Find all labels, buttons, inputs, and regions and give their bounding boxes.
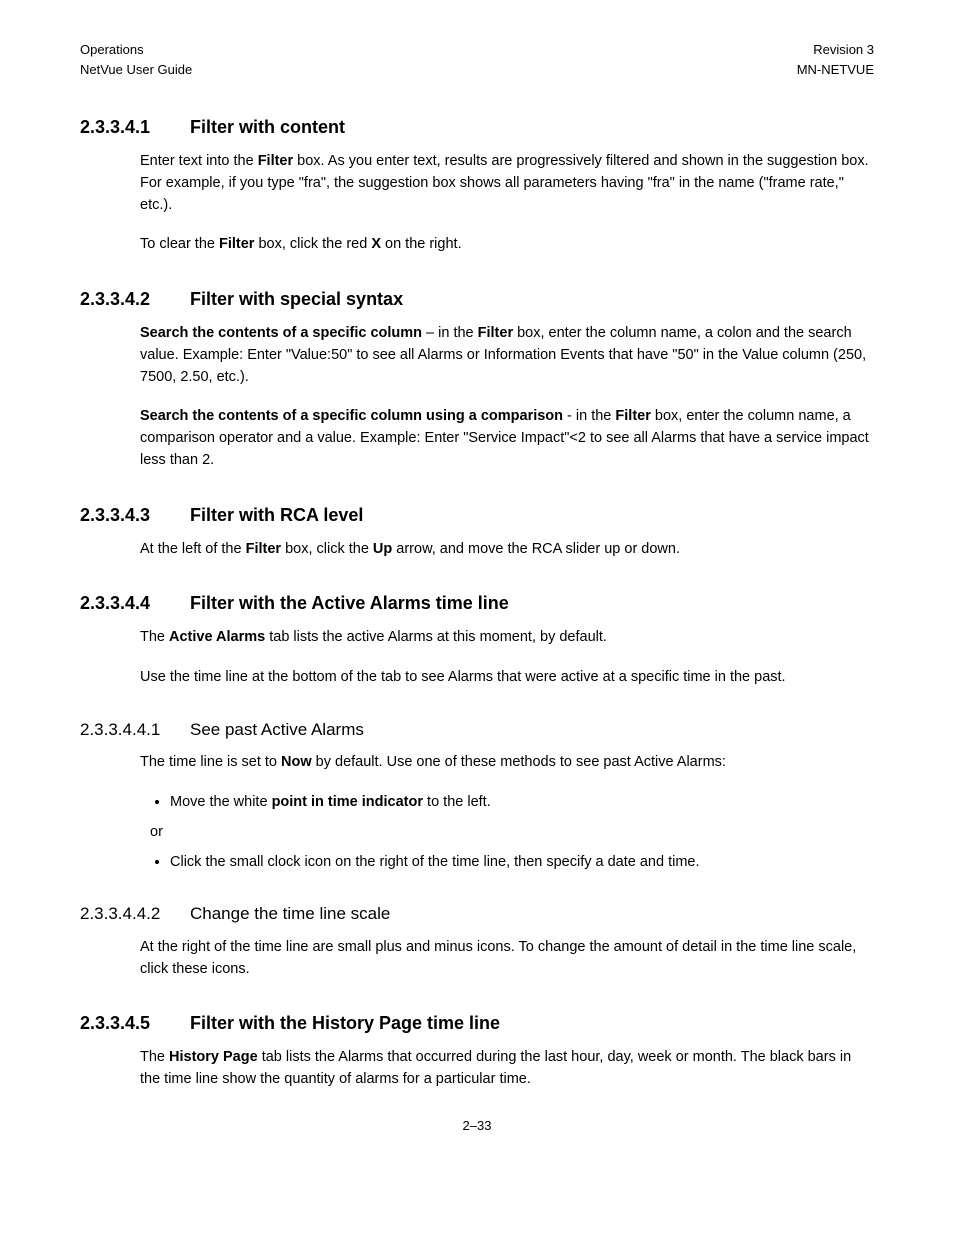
header-left-line2: NetVue User Guide <box>80 60 192 80</box>
paragraph: Enter text into the Filter box. As you e… <box>140 151 874 216</box>
heading-number: 2.3.3.4.1 <box>80 114 190 141</box>
text: on the right. <box>381 236 462 252</box>
bullet-list: Move the white point in time indicator t… <box>170 792 874 814</box>
bold-text: Filter <box>478 325 513 341</box>
heading-filter-syntax: 2.3.3.4.2 Filter with special syntax <box>80 286 874 313</box>
bold-text: History Page <box>169 1049 258 1065</box>
section-body: At the left of the Filter box, click the… <box>140 539 874 561</box>
bold-text: Search the contents of a specific column… <box>140 408 563 424</box>
bold-text: point in time indicator <box>272 794 423 810</box>
heading-number: 2.3.3.4.5 <box>80 1010 190 1037</box>
text: – in the <box>422 325 478 341</box>
heading-filter-rca: 2.3.3.4.3 Filter with RCA level <box>80 502 874 529</box>
bold-text: Search the contents of a specific column <box>140 325 422 341</box>
section-body: Enter text into the Filter box. As you e… <box>140 151 874 256</box>
page-header: Operations NetVue User Guide Revision 3 … <box>80 40 874 79</box>
or-text: or <box>150 822 874 844</box>
header-right: Revision 3 MN-NETVUE <box>797 40 874 79</box>
heading-title: Filter with the History Page time line <box>190 1010 500 1037</box>
heading-title: See past Active Alarms <box>190 717 364 743</box>
header-right-line2: MN-NETVUE <box>797 60 874 80</box>
heading-number: 2.3.3.4.2 <box>80 286 190 313</box>
text: tab lists the active Alarms at this mome… <box>265 629 607 645</box>
paragraph: The Active Alarms tab lists the active A… <box>140 627 874 649</box>
heading-see-past-alarms: 2.3.3.4.4.1 See past Active Alarms <box>80 717 874 743</box>
heading-number: 2.3.3.4.3 <box>80 502 190 529</box>
bold-text: Now <box>281 754 312 770</box>
heading-title: Filter with content <box>190 114 345 141</box>
header-left-line1: Operations <box>80 40 192 60</box>
paragraph: The History Page tab lists the Alarms th… <box>140 1047 874 1091</box>
text: box, click the red <box>254 236 371 252</box>
heading-number: 2.3.3.4.4.1 <box>80 717 190 743</box>
bold-text: Filter <box>219 236 254 252</box>
section-body: The History Page tab lists the Alarms th… <box>140 1047 874 1091</box>
text: box, click the <box>281 541 373 557</box>
list-item: Click the small clock icon on the right … <box>170 852 874 874</box>
bold-text: Up <box>373 541 392 557</box>
bullet-list: Click the small clock icon on the right … <box>170 852 874 874</box>
section-body: Search the contents of a specific column… <box>140 323 874 472</box>
header-right-line1: Revision 3 <box>797 40 874 60</box>
text: Move the white <box>170 794 272 810</box>
paragraph: Search the contents of a specific column… <box>140 406 874 471</box>
text: to the left. <box>423 794 491 810</box>
paragraph: To clear the Filter box, click the red X… <box>140 234 874 256</box>
page-number: 2–33 <box>80 1116 874 1136</box>
heading-title: Filter with special syntax <box>190 286 403 313</box>
text: - in the <box>563 408 615 424</box>
bold-text: Filter <box>615 408 650 424</box>
list-item: Move the white point in time indicator t… <box>170 792 874 814</box>
heading-title: Change the time line scale <box>190 901 390 927</box>
text: Enter text into the <box>140 153 258 169</box>
paragraph: At the right of the time line are small … <box>140 937 874 981</box>
text: The <box>140 629 169 645</box>
header-left: Operations NetVue User Guide <box>80 40 192 79</box>
bold-text: Active Alarms <box>169 629 265 645</box>
text: The time line is set to <box>140 754 281 770</box>
section-body: At the right of the time line are small … <box>140 937 874 981</box>
section-body: The Active Alarms tab lists the active A… <box>140 627 874 689</box>
heading-filter-active-alarms: 2.3.3.4.4 Filter with the Active Alarms … <box>80 590 874 617</box>
heading-change-timeline-scale: 2.3.3.4.4.2 Change the time line scale <box>80 901 874 927</box>
heading-number: 2.3.3.4.4.2 <box>80 901 190 927</box>
bold-text: Filter <box>246 541 281 557</box>
text: The <box>140 1049 169 1065</box>
heading-filter-content: 2.3.3.4.1 Filter with content <box>80 114 874 141</box>
paragraph: At the left of the Filter box, click the… <box>140 539 874 561</box>
text: To clear the <box>140 236 219 252</box>
text: arrow, and move the RCA slider up or dow… <box>392 541 680 557</box>
text: At the left of the <box>140 541 246 557</box>
text: by default. Use one of these methods to … <box>312 754 726 770</box>
paragraph: The time line is set to Now by default. … <box>140 752 874 774</box>
paragraph: Use the time line at the bottom of the t… <box>140 667 874 689</box>
heading-number: 2.3.3.4.4 <box>80 590 190 617</box>
heading-title: Filter with RCA level <box>190 502 363 529</box>
section-body: The time line is set to Now by default. … <box>140 752 874 873</box>
heading-title: Filter with the Active Alarms time line <box>190 590 509 617</box>
bold-text: X <box>371 236 381 252</box>
paragraph: Search the contents of a specific column… <box>140 323 874 388</box>
bold-text: Filter <box>258 153 293 169</box>
heading-filter-history-page: 2.3.3.4.5 Filter with the History Page t… <box>80 1010 874 1037</box>
